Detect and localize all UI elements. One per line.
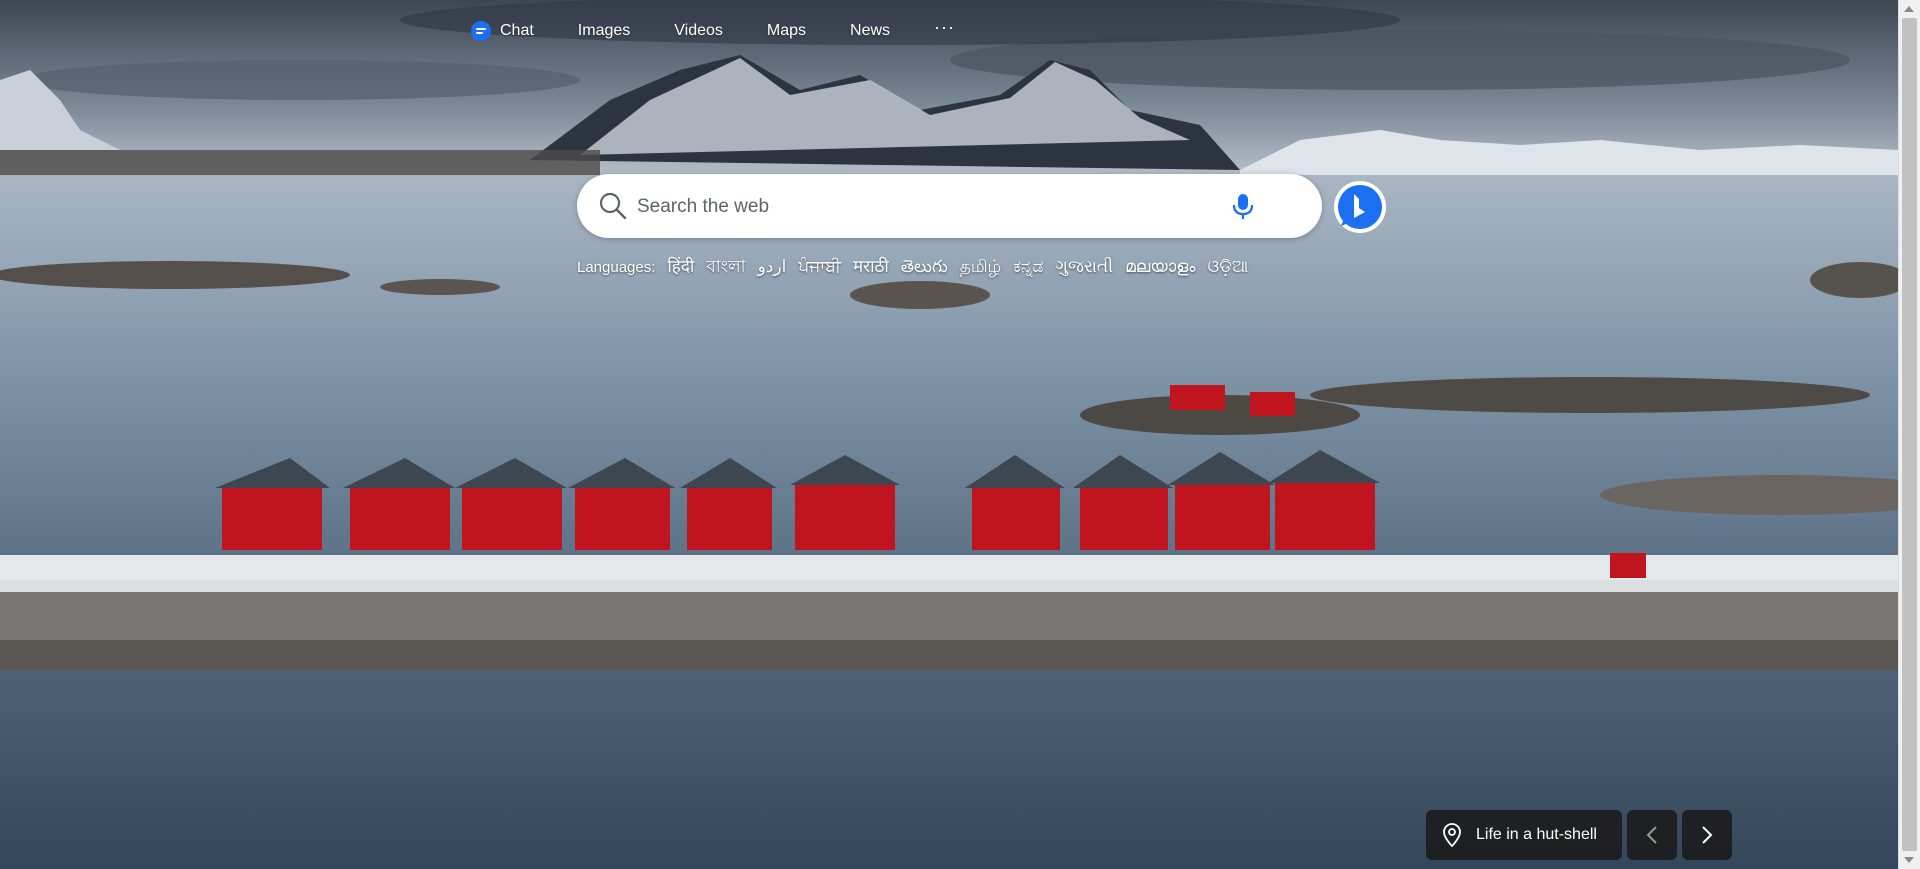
nav-images[interactable]: Images bbox=[578, 22, 630, 40]
nav-news[interactable]: News bbox=[850, 22, 890, 40]
nav-chat-label: Chat bbox=[500, 22, 534, 39]
language-link-marathi[interactable]: मराठी bbox=[853, 254, 889, 277]
background-image bbox=[0, 0, 1899, 869]
language-link-hindi[interactable]: हिंदी bbox=[667, 254, 694, 277]
language-link-urdu[interactable]: اردو bbox=[758, 257, 787, 277]
vertical-scrollbar[interactable] bbox=[1898, 0, 1920, 869]
top-navigation: Chat Images Videos Maps News ··· bbox=[470, 17, 955, 44]
search-icon[interactable] bbox=[597, 190, 629, 222]
scroll-up-arrow-icon[interactable] bbox=[1904, 6, 1914, 12]
language-link-gujarati[interactable]: ગુજરાતી bbox=[1055, 257, 1113, 277]
chevron-left-icon bbox=[1646, 826, 1657, 844]
language-link-telugu[interactable]: తెలుగు bbox=[901, 257, 948, 281]
nav-maps-label: Maps bbox=[766, 22, 807, 39]
search-box bbox=[577, 174, 1322, 238]
image-caption-button[interactable]: Life in a hut-shell bbox=[1426, 810, 1622, 860]
nav-more-button[interactable]: ··· bbox=[934, 17, 955, 38]
previous-image-button[interactable] bbox=[1627, 810, 1677, 860]
language-link-malayalam[interactable]: മലയാളം bbox=[1125, 257, 1195, 277]
languages-bar: Languages: हिंदी বাংলা اردو ਪੰਜਾਬੀ मराठी… bbox=[577, 254, 1260, 282]
nav-videos[interactable]: Videos bbox=[674, 22, 723, 40]
location-pin-icon bbox=[1443, 823, 1461, 847]
nav-videos-label: Videos bbox=[674, 22, 723, 39]
search-input[interactable] bbox=[635, 188, 1199, 226]
next-image-button[interactable] bbox=[1682, 810, 1732, 860]
languages-label: Languages: bbox=[577, 259, 656, 276]
language-link-tamil[interactable]: தமிழ் bbox=[960, 257, 1002, 279]
chat-icon bbox=[471, 21, 491, 41]
chevron-right-icon bbox=[1702, 826, 1713, 844]
image-caption-title: Life in a hut-shell bbox=[1476, 826, 1597, 843]
language-link-kannada[interactable]: ಕನ್ನಡ bbox=[1013, 257, 1043, 277]
language-link-odia[interactable]: ଓଡ଼ିଆ bbox=[1208, 257, 1249, 277]
scroll-down-arrow-icon[interactable] bbox=[1904, 857, 1914, 863]
microphone-icon[interactable] bbox=[1227, 190, 1259, 222]
nav-maps[interactable]: Maps bbox=[767, 22, 806, 40]
nav-news-label: News bbox=[850, 22, 891, 39]
nav-chat[interactable]: Chat bbox=[470, 20, 534, 42]
language-link-bangla[interactable]: বাংলা bbox=[706, 254, 745, 282]
language-link-punjabi[interactable]: ਪੰਜਾਬੀ bbox=[798, 257, 841, 277]
copilot-icon[interactable] bbox=[1331, 178, 1389, 236]
nav-images-label: Images bbox=[577, 22, 631, 39]
scrollbar-thumb[interactable] bbox=[1902, 18, 1917, 851]
